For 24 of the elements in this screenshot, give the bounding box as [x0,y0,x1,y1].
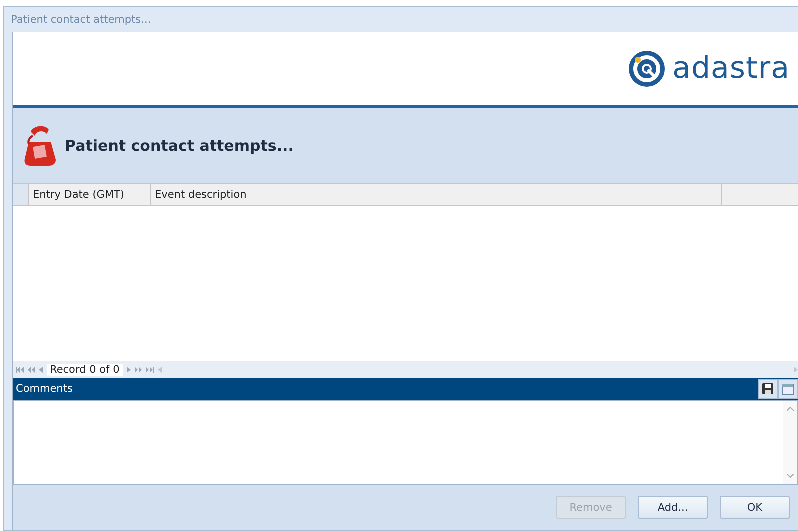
previous-record-icon[interactable] [39,366,43,372]
next-page-icon[interactable] [134,366,142,372]
last-record-icon[interactable] [146,366,154,372]
scroll-left-icon[interactable] [158,366,162,372]
scroll-up-icon[interactable] [786,407,794,411]
telephone-icon [23,124,57,168]
next-record-icon[interactable] [126,366,131,372]
column-header[interactable]: Event description [151,184,722,205]
scroll-down-icon[interactable] [786,474,794,478]
scroll-right-icon[interactable] [794,366,798,372]
save-button[interactable] [758,379,778,399]
dialog-heading: Patient contact attempts... [65,136,294,154]
column-header[interactable]: Entry Date (GMT) [29,184,151,205]
record-counter: Record 0 of 0 [47,364,123,376]
first-record-icon[interactable] [16,366,24,372]
logo-text: adastra [672,51,790,86]
previous-page-icon[interactable] [28,366,35,372]
window-icon [782,384,794,394]
logo-icon [626,48,667,88]
comments-title: Comments [15,383,74,395]
dialog-button[interactable]: Add... [638,496,708,519]
window-title: Patient contact attempts... [11,14,152,26]
comments-field[interactable] [13,400,798,485]
dialog-button[interactable]: OK [720,496,790,519]
